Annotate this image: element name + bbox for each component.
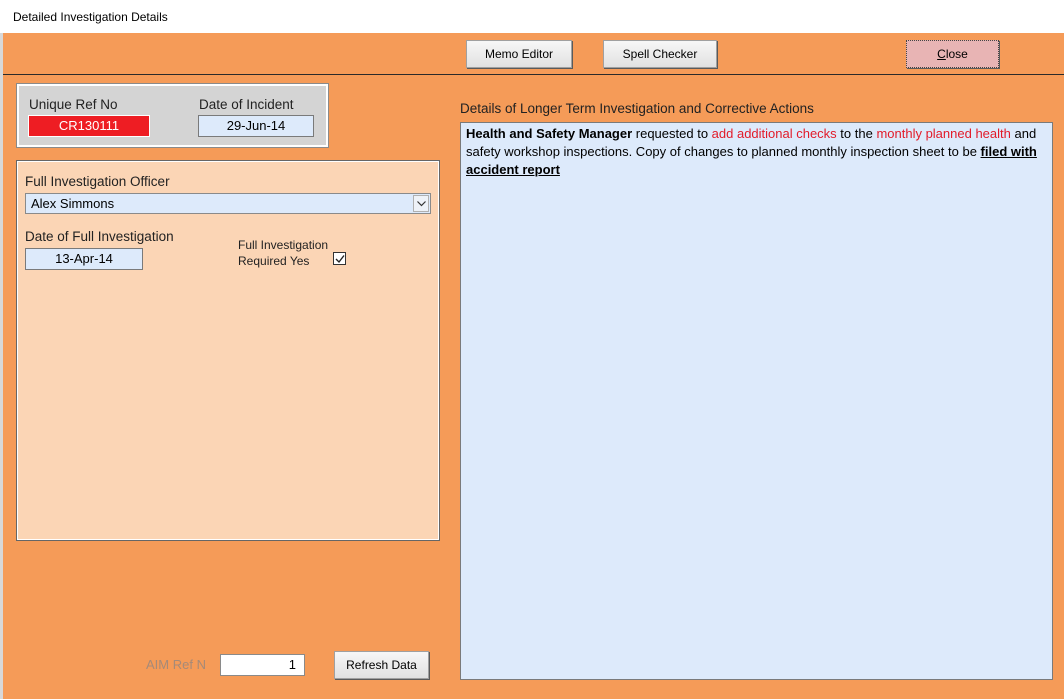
aim-ref-label: AIM Ref N [146,657,206,672]
window-title: Detailed Investigation Details [13,10,168,24]
officer-value: Alex Simmons [31,196,115,211]
close-accelerator: C [937,47,946,61]
officer-label: Full Investigation Officer [25,174,170,189]
required-label-line1: Full Investigation [238,238,329,252]
title-bar: Detailed Investigation Details [0,0,1064,33]
investigation-form: Memo Editor Spell Checker Close Unique R… [3,33,1064,699]
chevron-down-icon [417,201,426,207]
memo-segment: requested to [632,126,712,141]
spell-checker-button[interactable]: Spell Checker [603,40,717,68]
memo-segment: Health and Safety Manager [466,126,633,141]
unique-ref-label: Unique Ref No [29,97,118,112]
aim-ref-field[interactable]: 1 [220,654,305,676]
details-label: Details of Longer Term Investigation and… [460,101,814,116]
memo-segment: add additional checks [711,126,837,141]
toolbar-separator [3,74,1064,75]
details-memo[interactable]: Health and Safety Manager requested to a… [460,122,1053,680]
checkmark-icon [335,255,345,264]
dropdown-button[interactable] [413,195,429,212]
unique-ref-field[interactable]: CR130111 [28,115,150,137]
memo-segment: to the [836,126,877,141]
close-button[interactable]: Close [906,40,999,68]
incident-date-label: Date of Incident [199,97,294,112]
memo-editor-button[interactable]: Memo Editor [466,40,572,68]
investigation-date-field[interactable]: 13-Apr-14 [25,248,143,270]
incident-date-field[interactable]: 29-Jun-14 [198,115,314,137]
required-checkbox[interactable] [333,252,346,265]
officer-combobox[interactable]: Alex Simmons [25,193,431,214]
required-label-line2: Required Yes [238,254,310,268]
incident-ref-box: Unique Ref No CR130111 Date of Incident … [16,83,329,148]
close-label: lose [945,47,968,61]
memo-segment: monthly planned health [876,126,1011,141]
refresh-data-button[interactable]: Refresh Data [334,651,429,679]
investigation-officer-panel: Full Investigation Officer Alex Simmons … [16,160,440,541]
investigation-date-label: Date of Full Investigation [25,229,174,244]
